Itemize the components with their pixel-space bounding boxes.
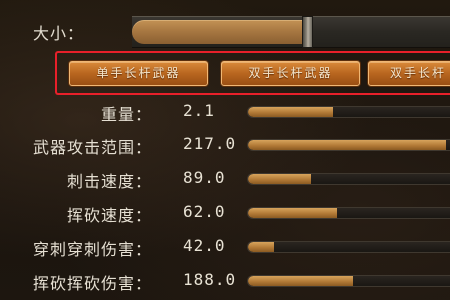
stat-label: 武器攻击范围： <box>32 138 152 157</box>
weapon-type-one-handed-polearm-button[interactable]: 单手长杆武器 <box>69 61 208 86</box>
stat-row-cut-damage: 挥砍挥砍伤害： 188.0 <box>0 267 450 298</box>
stat-label: 刺击速度： <box>66 172 152 191</box>
stat-value: 188.0 <box>183 270 237 289</box>
stat-value: 62.0 <box>183 202 226 221</box>
size-label: 大小： <box>33 24 85 43</box>
stat-row-weight: 重量： 2.1 <box>0 98 450 129</box>
stat-row-swing-speed: 挥砍速度： 62.0 <box>0 199 450 230</box>
stat-bar <box>247 241 450 253</box>
stat-bar <box>247 207 450 219</box>
weapon-type-selector: 单手长杆武器 双手长杆武器 双手长杆 <box>55 51 450 95</box>
stat-bar <box>247 173 450 185</box>
stat-bar-fill <box>248 242 275 252</box>
stat-label: 穿刺穿刺伤害： <box>32 240 152 259</box>
stat-bar-fill <box>248 276 354 286</box>
stat-bar <box>247 106 450 118</box>
size-slider-handle[interactable] <box>302 16 313 48</box>
size-row: 大小： <box>0 12 450 50</box>
stat-value: 42.0 <box>183 236 226 255</box>
stat-bar-fill <box>248 107 333 117</box>
stat-value: 2.1 <box>183 101 215 120</box>
stat-bar-fill <box>248 140 446 150</box>
stat-value: 89.0 <box>183 168 226 187</box>
stat-value: 217.0 <box>183 134 237 153</box>
stat-label: 挥砍挥砍伤害： <box>32 274 152 293</box>
stat-bar-fill <box>248 174 311 184</box>
stat-bar <box>247 139 450 151</box>
stat-label: 重量： <box>100 105 152 124</box>
size-slider[interactable] <box>132 16 450 48</box>
stat-row-weapon-reach: 武器攻击范围： 217.0 <box>0 131 450 162</box>
stat-row-thrust-speed: 刺击速度： 89.0 <box>0 165 450 196</box>
weapon-type-two-handed-polearm-button-2[interactable]: 双手长杆 <box>368 61 450 86</box>
stat-bar <box>247 275 450 287</box>
stat-label: 挥砍速度： <box>66 206 152 225</box>
stat-bar-fill <box>248 208 337 218</box>
stat-row-pierce-damage: 穿刺穿刺伤害： 42.0 <box>0 233 450 264</box>
size-slider-fill <box>132 20 307 44</box>
weapon-type-two-handed-polearm-button[interactable]: 双手长杆武器 <box>221 61 360 86</box>
